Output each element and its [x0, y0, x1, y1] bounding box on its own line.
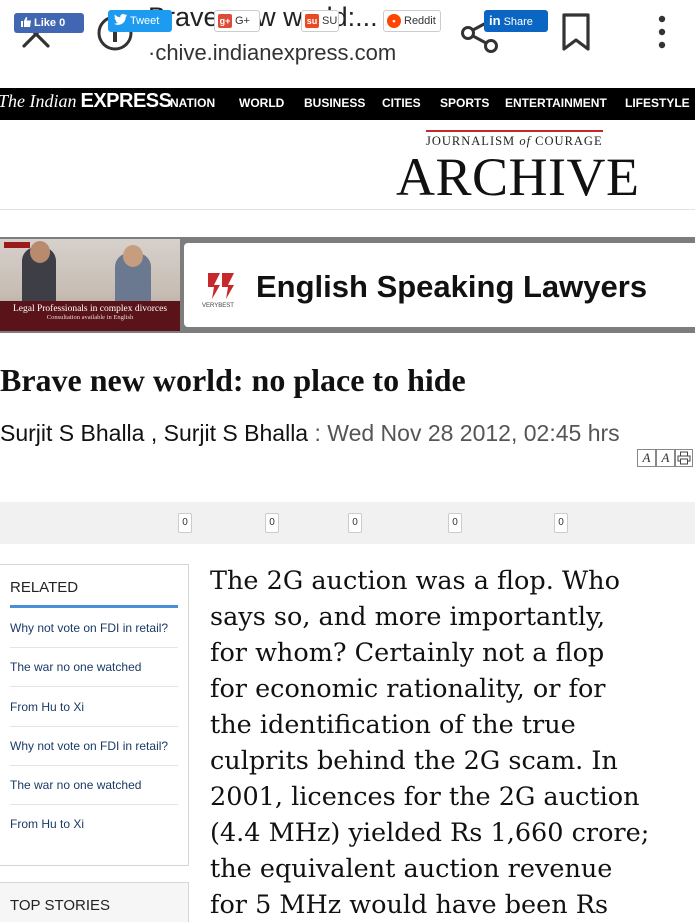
- nav-item-lifestyle[interactable]: LIFESTYLE: [625, 96, 690, 110]
- tweet-button[interactable]: Tweet: [108, 10, 172, 32]
- ad-brand-text: VERYBEST: [202, 303, 234, 309]
- nav-item-nation[interactable]: NATION: [170, 96, 215, 110]
- linkedin-share-button[interactable]: in Share: [484, 10, 548, 32]
- ad-panel[interactable]: VERYBEST English Speaking Lawyers: [184, 243, 695, 327]
- body-line: for economic rationality, or for: [210, 674, 606, 704]
- font-smaller-button[interactable]: A: [637, 449, 656, 467]
- font-size-controls: A A: [637, 449, 693, 467]
- ad-headline[interactable]: English Speaking Lawyers: [256, 269, 647, 305]
- author-link[interactable]: Surjit S Bhalla: [164, 420, 308, 446]
- nav-item-business[interactable]: BUSINESS: [304, 96, 365, 110]
- ad-photo: Legal Professionals in complex divorces …: [0, 239, 180, 331]
- related-link[interactable]: The war no one watched: [10, 778, 178, 792]
- article-headline: Brave new world: no place to hide: [0, 362, 466, 398]
- archive-header: JOURNALISM of COURAGE ARCHIVE: [0, 120, 695, 210]
- body-line: for whom? Certainly not a flop: [210, 638, 605, 668]
- related-link[interactable]: The war no one watched: [10, 660, 178, 674]
- top-stories-panel[interactable]: TOP STORIES: [0, 882, 189, 922]
- advertisement-banner[interactable]: Legal Professionals in complex divorces …: [0, 237, 695, 333]
- body-line: the identification of the true: [210, 710, 576, 740]
- body-line: culprits behind the 2G scam. In: [210, 746, 618, 776]
- google-plus-count: 0: [265, 513, 279, 533]
- brand-logo-icon: [208, 273, 234, 299]
- article-date: Wed Nov 28 2012, 02:45 hrs: [327, 420, 620, 446]
- stumbleupon-icon: su: [305, 14, 319, 29]
- site-logo[interactable]: The Indian EXPRESS: [0, 90, 172, 113]
- related-panel: RELATED Why not vote on FDI in retail? T…: [0, 564, 189, 866]
- related-heading: RELATED: [10, 579, 79, 596]
- body-line: 2001, licences for the 2G auction: [210, 782, 640, 812]
- print-icon: [677, 451, 691, 465]
- body-line: says so, and more importantly,: [210, 602, 606, 632]
- tweet-count: 0: [178, 513, 192, 533]
- nav-item-entertainment[interactable]: ENTERTAINMENT: [505, 96, 607, 110]
- nav-item-sports[interactable]: SPORTS: [440, 96, 489, 110]
- linkedin-icon: in: [489, 13, 501, 28]
- bookmark-icon[interactable]: [560, 12, 592, 52]
- stumbleupon-count: 0: [348, 513, 362, 533]
- print-button[interactable]: [675, 449, 693, 467]
- browser-toolbar: Brave new world:... ·chive.indianexpress…: [0, 0, 695, 88]
- related-underline: [10, 605, 178, 608]
- google-plus-button[interactable]: g+ G+: [214, 10, 260, 32]
- body-line: for 5 MHz would have been Rs: [210, 890, 609, 920]
- body-line: The 2G auction was a flop. Who: [210, 566, 620, 596]
- more-options-icon[interactable]: [652, 12, 672, 52]
- twitter-bird-icon: [114, 14, 127, 25]
- site-nav: The Indian EXPRESS NATION WORLD BUSINESS…: [0, 88, 695, 120]
- nav-item-world[interactable]: WORLD: [239, 96, 284, 110]
- stumbleupon-button[interactable]: su SU: [301, 10, 339, 32]
- article-byline: Surjit S Bhalla , Surjit S Bhalla : Wed …: [0, 420, 620, 446]
- linkedin-count: 0: [554, 513, 568, 533]
- top-stories-heading: TOP STORIES: [10, 897, 111, 914]
- related-link[interactable]: Why not vote on FDI in retail?: [10, 739, 178, 753]
- google-plus-icon: g+: [218, 14, 232, 29]
- body-line: (4.4 MHz) yielded Rs 1,660 crore;: [210, 818, 650, 848]
- related-link[interactable]: From Hu to Xi: [10, 700, 178, 714]
- article-body: The 2G auction was a flop. Who says so, …: [210, 563, 695, 922]
- related-link[interactable]: From Hu to Xi: [10, 817, 178, 831]
- related-link[interactable]: Why not vote on FDI in retail?: [10, 621, 178, 635]
- nav-item-cities[interactable]: CITIES: [382, 96, 421, 110]
- url-text[interactable]: ·chive.indianexpress.com: [148, 40, 396, 66]
- thumbs-up-icon: [21, 17, 31, 27]
- ad-caption: Legal Professionals in complex divorces: [12, 304, 168, 314]
- ad-sub-caption: Consultation available in English: [46, 314, 134, 321]
- reddit-icon: •: [387, 14, 401, 29]
- author-link[interactable]: Surjit S Bhalla: [0, 420, 144, 446]
- body-line: the equivalent auction revenue: [210, 854, 613, 884]
- archive-title[interactable]: ARCHIVE: [396, 146, 640, 208]
- reddit-count: 0: [448, 513, 462, 533]
- facebook-like-button[interactable]: Like 0: [14, 13, 84, 33]
- font-larger-button[interactable]: A: [656, 449, 675, 467]
- reddit-button[interactable]: • Reddit: [383, 10, 441, 32]
